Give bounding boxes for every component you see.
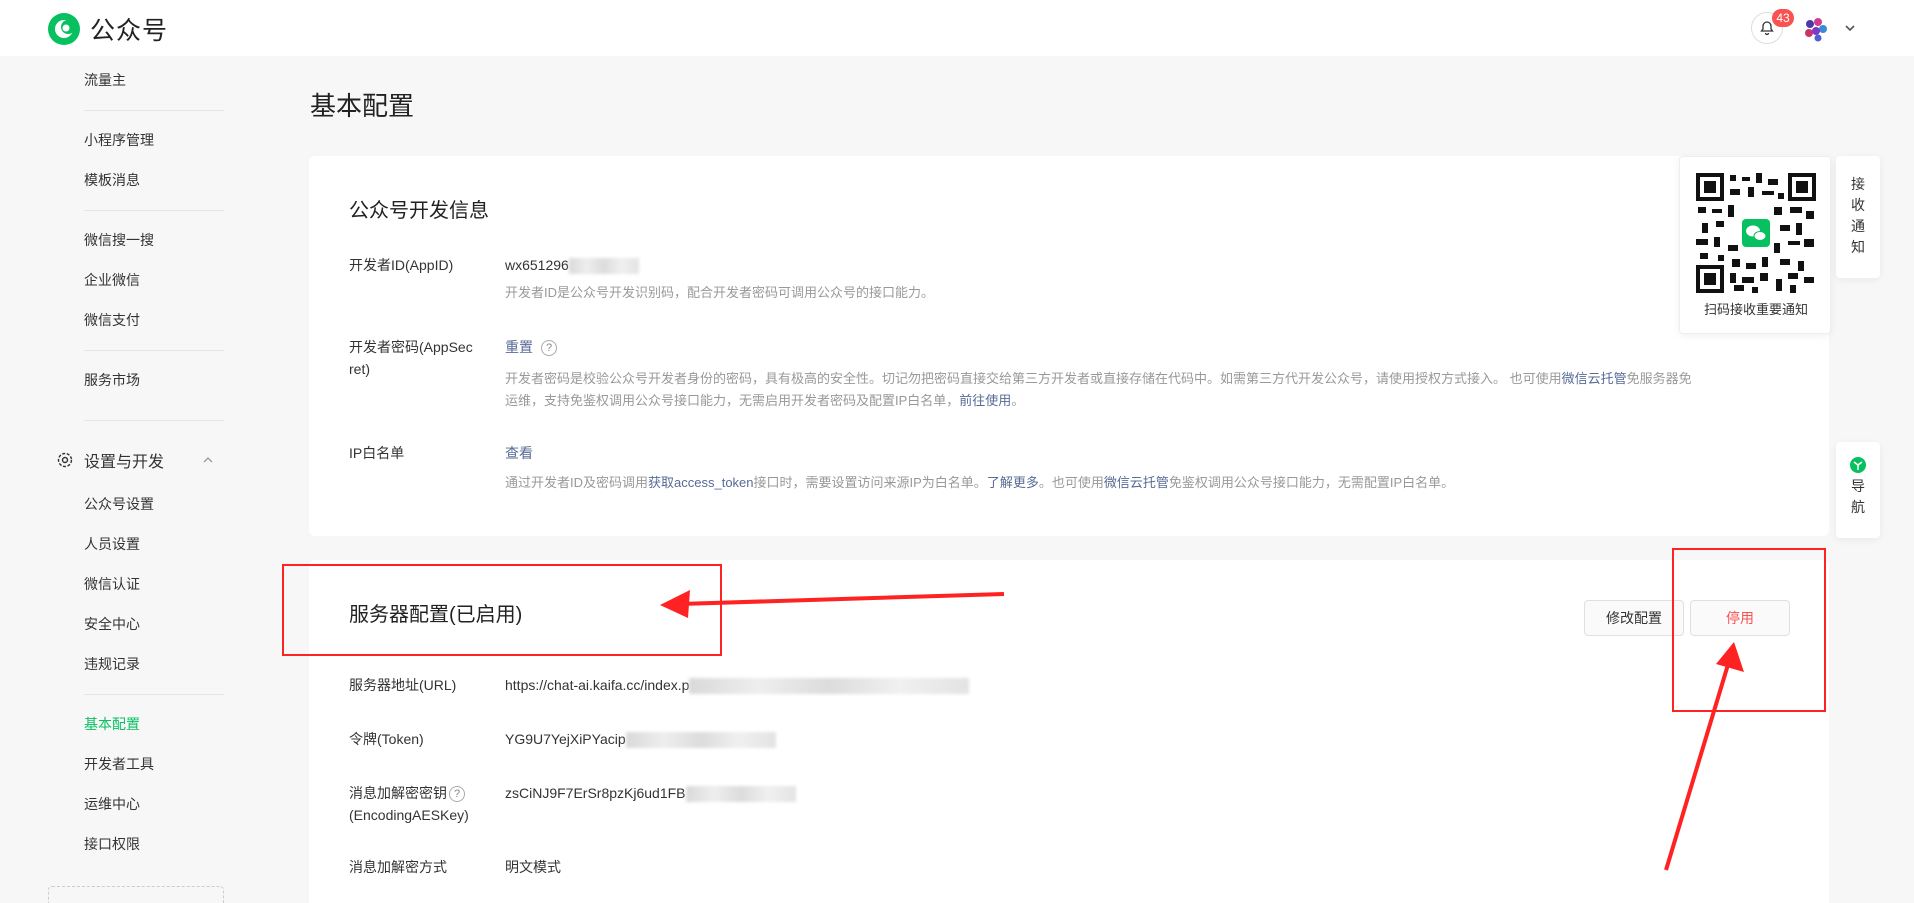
nav-icon	[1850, 457, 1866, 473]
qr-notify-panel: 扫码接收重要通知	[1679, 156, 1831, 334]
go-use-link[interactable]: 前往使用	[959, 393, 1011, 408]
app-name: 公众号	[90, 17, 169, 45]
url-value: https://chat-ai.kaifa.cc/index.p	[505, 674, 970, 696]
tab-char: 航	[1851, 499, 1865, 515]
sidebar-item-search[interactable]: 微信搜一搜	[84, 230, 154, 250]
annotation-box-title	[282, 564, 722, 656]
appid-desc: 开发者ID是公众号开发识别码，配合开发者密码可调用公众号的接口能力。	[505, 285, 935, 300]
desc-text: 免服务器免	[1626, 371, 1692, 386]
qr-caption: 扫码接收重要通知	[1703, 302, 1808, 317]
aes-label-line1: 消息加解密密钥	[349, 785, 447, 801]
gear-icon	[57, 452, 73, 468]
chevron-down-icon[interactable]	[1840, 18, 1860, 38]
access-token-link[interactable]: 获取access_token	[648, 475, 754, 490]
appid-text: wx651296	[505, 257, 569, 273]
dev-info-card: 公众号开发信息 开发者ID(AppID) wx651296 开发者ID是公众号开…	[309, 156, 1829, 536]
desc-text: 。	[1011, 393, 1025, 408]
sidebar-item-api-permissions[interactable]: 接口权限	[84, 834, 140, 854]
appid-label: 开发者ID(AppID)	[349, 257, 454, 273]
help-icon[interactable]: ?	[541, 340, 557, 357]
receive-notify-tab[interactable]: 接 收 通 知	[1836, 156, 1880, 278]
sidebar-item-pay[interactable]: 微信支付	[84, 310, 140, 330]
sidebar-group-label: 设置与开发	[84, 454, 165, 471]
redacted-block	[625, 732, 776, 749]
sidebar-item-template-msg[interactable]: 模板消息	[84, 170, 140, 190]
secret-actions: 重置?	[505, 336, 557, 358]
desc-text: 运维，支持免鉴权调用公众号接口能力，无需启用开发者密码及配置IP白名单，	[505, 393, 960, 408]
logo-icon	[48, 13, 80, 45]
tab-char: 接	[1851, 176, 1865, 192]
ip-whitelist-label: IP白名单	[349, 445, 405, 461]
desc-text: 。也可使用	[1038, 475, 1104, 490]
modify-config-button[interactable]: 修改配置	[1584, 600, 1684, 636]
chevron-up-icon	[203, 457, 213, 463]
learn-more-link[interactable]: 了解更多	[987, 475, 1039, 490]
redacted-block	[685, 786, 796, 803]
divider	[84, 694, 224, 695]
divider	[84, 210, 224, 211]
redacted-block	[568, 258, 639, 275]
avatar[interactable]	[1801, 14, 1831, 44]
tab-char: 通	[1851, 218, 1865, 234]
sidebar-item-ops-center[interactable]: 运维中心	[84, 794, 140, 814]
reset-secret-link[interactable]: 重置	[505, 339, 533, 355]
aes-key-label: 消息加解密密钥? (EncodingAESKey)	[349, 782, 469, 826]
qr-code	[1696, 173, 1816, 293]
page-title: 基本配置	[310, 91, 415, 121]
url-text: https://chat-ai.kaifa.cc/index.p	[505, 677, 690, 693]
aes-key-value: zsCiNJ9F7ErSr8pzKj6ud1FB	[505, 782, 796, 804]
token-label: 令牌(Token)	[349, 731, 424, 747]
sidebar-item-dev-tools[interactable]: 开发者工具	[84, 754, 154, 774]
ip-desc: 通过开发者ID及密码调用获取access_token接口时，需要设置访问来源IP…	[505, 472, 1454, 494]
appid-value: wx651296	[505, 254, 639, 276]
card-title: 公众号开发信息	[349, 200, 489, 222]
secret-label: 开发者密码(AppSec ret)	[349, 336, 473, 380]
sidebar-item-work-wechat[interactable]: 企业微信	[84, 270, 140, 290]
annotation-box-stop	[1672, 548, 1826, 712]
top-header: 公众号 43	[0, 0, 1914, 56]
sidebar: 流量主 小程序管理 模板消息 微信搜一搜 企业微信 微信支付 服务市场 设置与开…	[0, 56, 260, 903]
sidebar-item-miniprogram[interactable]: 小程序管理	[84, 130, 154, 150]
divider	[84, 110, 224, 111]
sidebar-item-member-settings[interactable]: 人员设置	[84, 534, 140, 554]
sidebar-group-settings-dev[interactable]: 设置与开发	[56, 440, 224, 480]
sidebar-dashed-slot	[48, 886, 224, 903]
desc-text: 免鉴权调用公众号接口能力，无需配置IP白名单。	[1168, 475, 1455, 490]
tab-char: 知	[1851, 239, 1865, 255]
redacted-block	[689, 678, 970, 695]
encryption-mode-value: 明文模式	[505, 859, 561, 875]
notification-badge: 43	[1772, 9, 1794, 27]
divider	[84, 420, 224, 421]
sidebar-item-account-settings[interactable]: 公众号设置	[84, 494, 154, 514]
tab-char: 收	[1851, 197, 1865, 213]
encryption-mode-label: 消息加解密方式	[349, 859, 447, 875]
sidebar-item-service-market[interactable]: 服务市场	[84, 370, 140, 390]
sidebar-item-security[interactable]: 安全中心	[84, 614, 140, 634]
desc-text: 接口时，需要设置访问来源IP为白名单。	[753, 475, 987, 490]
secret-desc: 开发者密码是校验公众号开发者身份的密码，具有极高的安全性。切记勿把密码直接交给第…	[505, 368, 1795, 412]
sidebar-item-basic-config[interactable]: 基本配置	[84, 714, 140, 734]
tab-char: 导	[1851, 478, 1865, 494]
help-icon[interactable]: ?	[449, 786, 465, 803]
divider	[84, 350, 224, 351]
sidebar-item-traffic[interactable]: 流量主	[84, 70, 126, 90]
aes-label-line2: (EncodingAESKey)	[349, 807, 469, 823]
token-text: YG9U7YejXiPYacip	[505, 731, 626, 747]
cloud-hosting-link[interactable]: 微信云托管	[1562, 371, 1627, 386]
desc-text: 通过开发者ID及密码调用	[505, 475, 649, 490]
logo[interactable]: 公众号	[46, 11, 168, 47]
sidebar-item-violations[interactable]: 违规记录	[84, 654, 140, 674]
secret-label-line1: 开发者密码(AppSec	[349, 339, 473, 355]
desc-text: 开发者密码是校验公众号开发者身份的密码，具有极高的安全性。切记勿把密码直接交给第…	[505, 371, 1562, 386]
secret-label-line2: ret)	[349, 361, 370, 377]
sidebar-item-verification[interactable]: 微信认证	[84, 574, 140, 594]
view-ip-whitelist-link[interactable]: 查看	[505, 442, 533, 464]
url-label: 服务器地址(URL)	[349, 677, 457, 693]
cloud-hosting-link[interactable]: 微信云托管	[1104, 475, 1169, 490]
nav-tab[interactable]: 导 航	[1836, 442, 1880, 538]
aes-key-text: zsCiNJ9F7ErSr8pzKj6ud1FB	[505, 785, 686, 801]
token-value: YG9U7YejXiPYacip	[505, 728, 776, 750]
